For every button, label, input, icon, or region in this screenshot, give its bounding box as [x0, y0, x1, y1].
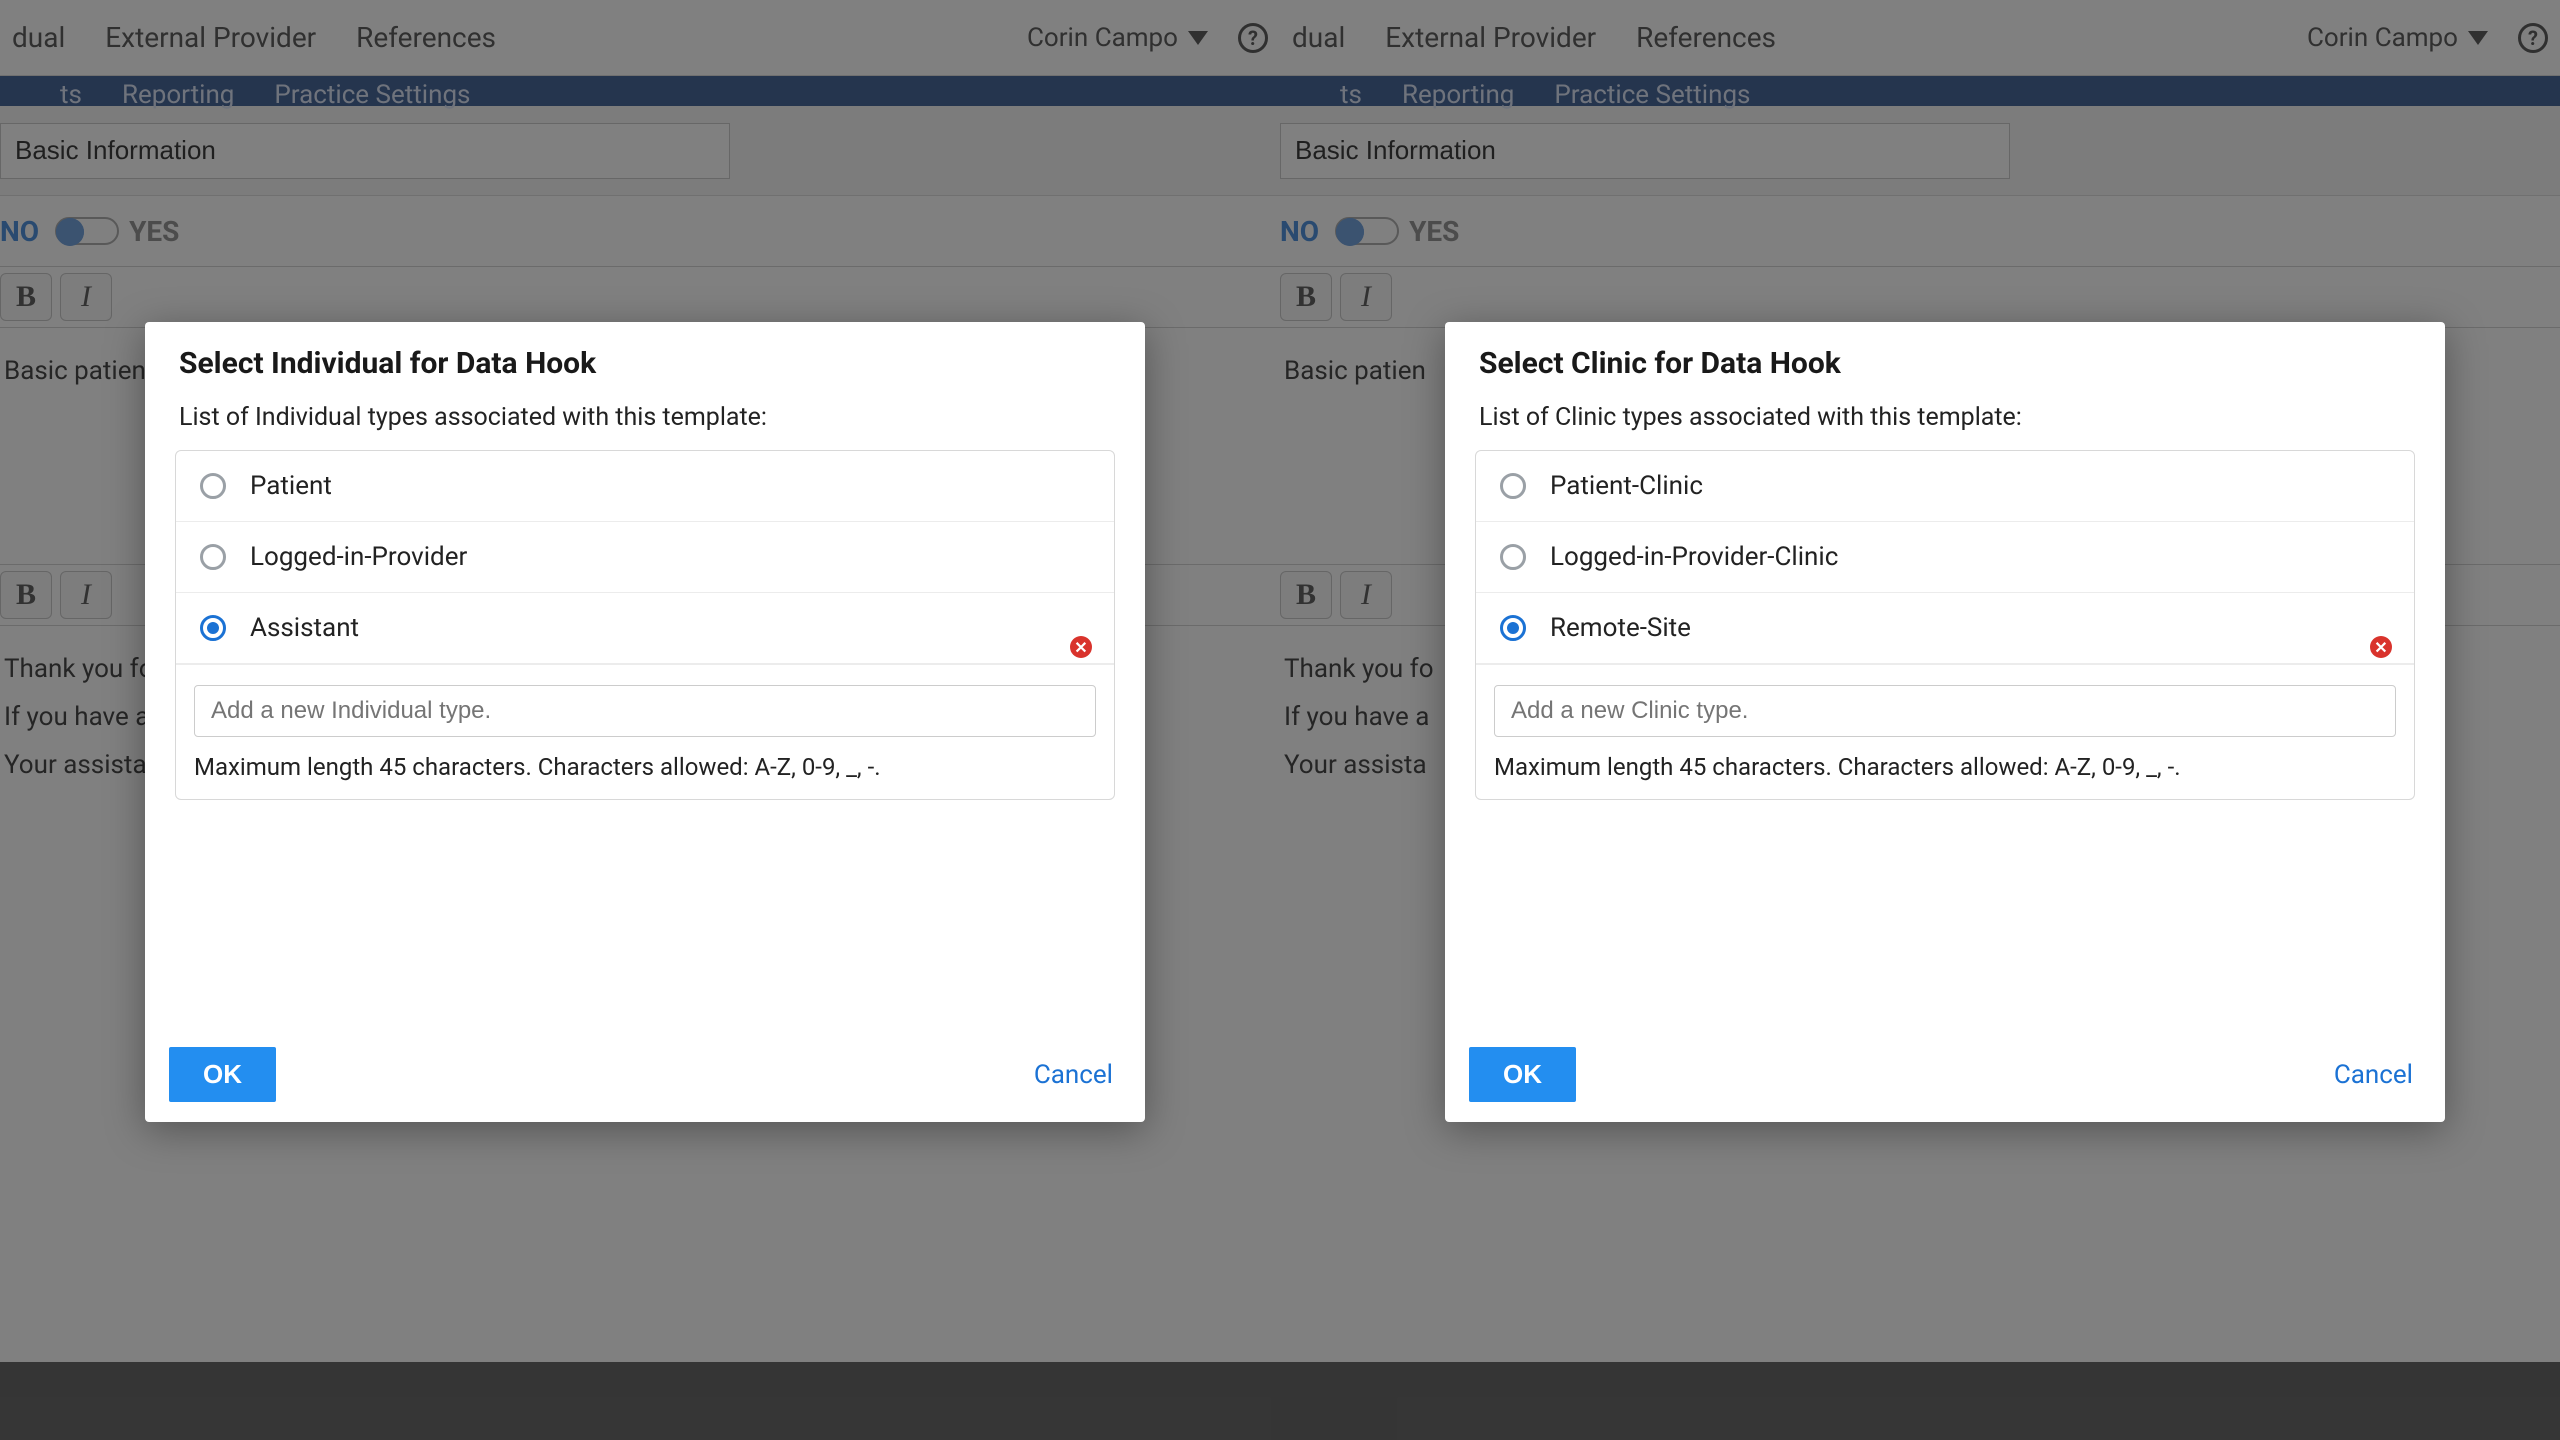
- list-item[interactable]: Assistant ✕: [176, 593, 1114, 664]
- dialog-select-clinic: Select Clinic for Data Hook List of Clin…: [1445, 322, 2445, 1122]
- remove-icon[interactable]: ✕: [2370, 636, 2392, 658]
- radio-icon[interactable]: [200, 615, 226, 641]
- radio-icon[interactable]: [1500, 544, 1526, 570]
- helper-text: Maximum length 45 characters. Characters…: [1494, 753, 2396, 781]
- list-item-label: Logged-in-Provider-Clinic: [1550, 542, 2390, 572]
- list-item[interactable]: Logged-in-Provider-Clinic: [1476, 522, 2414, 593]
- list-item[interactable]: Patient-Clinic: [1476, 451, 2414, 522]
- helper-text: Maximum length 45 characters. Characters…: [194, 753, 1096, 781]
- ok-button[interactable]: OK: [1469, 1047, 1576, 1102]
- list-item[interactable]: Patient: [176, 451, 1114, 522]
- add-type-input[interactable]: [1494, 685, 2396, 737]
- ok-button[interactable]: OK: [169, 1047, 276, 1102]
- cancel-button[interactable]: Cancel: [1034, 1060, 1113, 1090]
- dialog-select-individual: Select Individual for Data Hook List of …: [145, 322, 1145, 1122]
- add-type-input[interactable]: [194, 685, 1096, 737]
- cancel-button[interactable]: Cancel: [2334, 1060, 2413, 1090]
- type-list: Patient-Clinic Logged-in-Provider-Clinic…: [1475, 450, 2415, 800]
- list-item-label: Remote-Site: [1550, 613, 2390, 643]
- list-item-label: Logged-in-Provider: [250, 542, 1090, 572]
- radio-icon[interactable]: [200, 473, 226, 499]
- list-item[interactable]: Remote-Site ✕: [1476, 593, 2414, 664]
- radio-icon[interactable]: [1500, 615, 1526, 641]
- radio-icon[interactable]: [200, 544, 226, 570]
- type-list: Patient Logged-in-Provider Assistant ✕ M…: [175, 450, 1115, 800]
- dialog-title: Select Individual for Data Hook: [159, 346, 1131, 389]
- list-item[interactable]: Logged-in-Provider: [176, 522, 1114, 593]
- list-item-label: Patient: [250, 471, 1090, 501]
- dialog-subtitle: List of Clinic types associated with thi…: [1459, 389, 2431, 450]
- list-item-label: Assistant: [250, 613, 1090, 643]
- dialog-title: Select Clinic for Data Hook: [1459, 346, 2431, 389]
- list-item-label: Patient-Clinic: [1550, 471, 2390, 501]
- remove-icon[interactable]: ✕: [1070, 636, 1092, 658]
- dialog-subtitle: List of Individual types associated with…: [159, 389, 1131, 450]
- radio-icon[interactable]: [1500, 473, 1526, 499]
